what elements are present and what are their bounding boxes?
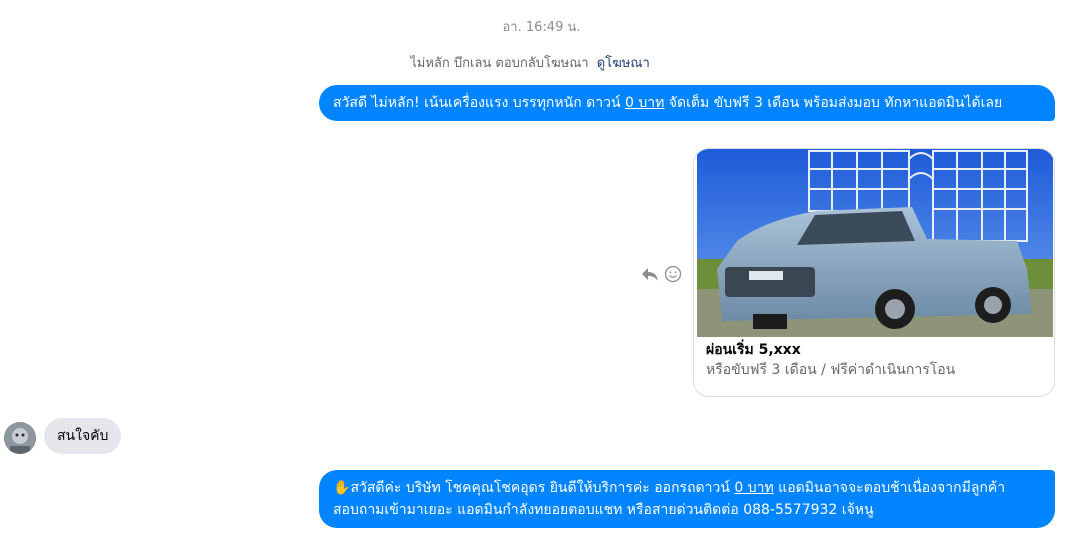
raised-hand-emoji: ✋ (333, 480, 351, 496)
ad-reply-text: ไม่หลัก บึกเลน ตอบกลับโฆษณา (410, 56, 589, 71)
outgoing-message-bubble[interactable]: สวัสดี ไม่หลัก! เน้นเครื่องแรง บรรทุกหนั… (319, 85, 1055, 121)
avatar[interactable] (4, 422, 36, 454)
message-text: สนใจคับ (57, 428, 109, 444)
reply-icon[interactable] (640, 265, 660, 283)
pickup-truck-image[interactable] (697, 149, 1053, 337)
view-ad-link[interactable]: ดูโฆษณา (597, 56, 650, 71)
ad-card-title: ผ่อนเริ่ม 5,xxx (706, 342, 801, 358)
message-timestamp: อา. 16:49 น. (502, 20, 581, 35)
ad-reply-notice: ไม่หลัก บึกเลน ตอบกลับโฆษณา ดูโฆษณา (0, 52, 1060, 73)
message-text-continued: จัดเต็ม ขับฟรี 3 เดือน พร้อมส่งมอบ ทักหา… (664, 95, 1003, 111)
ad-card-subtitle: หรือขับฟรี 3 เดือน / ฟรีค่าดำเนินการโอน (706, 362, 956, 378)
outgoing-message-bubble[interactable]: ✋สวัสดีค่ะ บริษัท โชคคุณโชคอุดร ยินดีให้… (319, 470, 1055, 528)
message-text: สวัสดีค่ะ บริษัท โชคคุณโชคอุดร ยินดีให้บ… (350, 480, 735, 496)
incoming-message-bubble[interactable]: สนใจคับ (44, 418, 122, 454)
react-icon[interactable] (664, 265, 682, 283)
ad-card[interactable]: ผ่อนเริ่ม 5,xxx หรือขับฟรี 3 เดือน / ฟรี… (693, 148, 1055, 397)
message-underlined-text: 0 บาท (734, 480, 774, 496)
message-text: สวัสดี ไม่หลัก! เน้นเครื่องแรง บรรทุกหนั… (333, 95, 625, 111)
message-underlined-text: 0 บาท (624, 95, 665, 111)
